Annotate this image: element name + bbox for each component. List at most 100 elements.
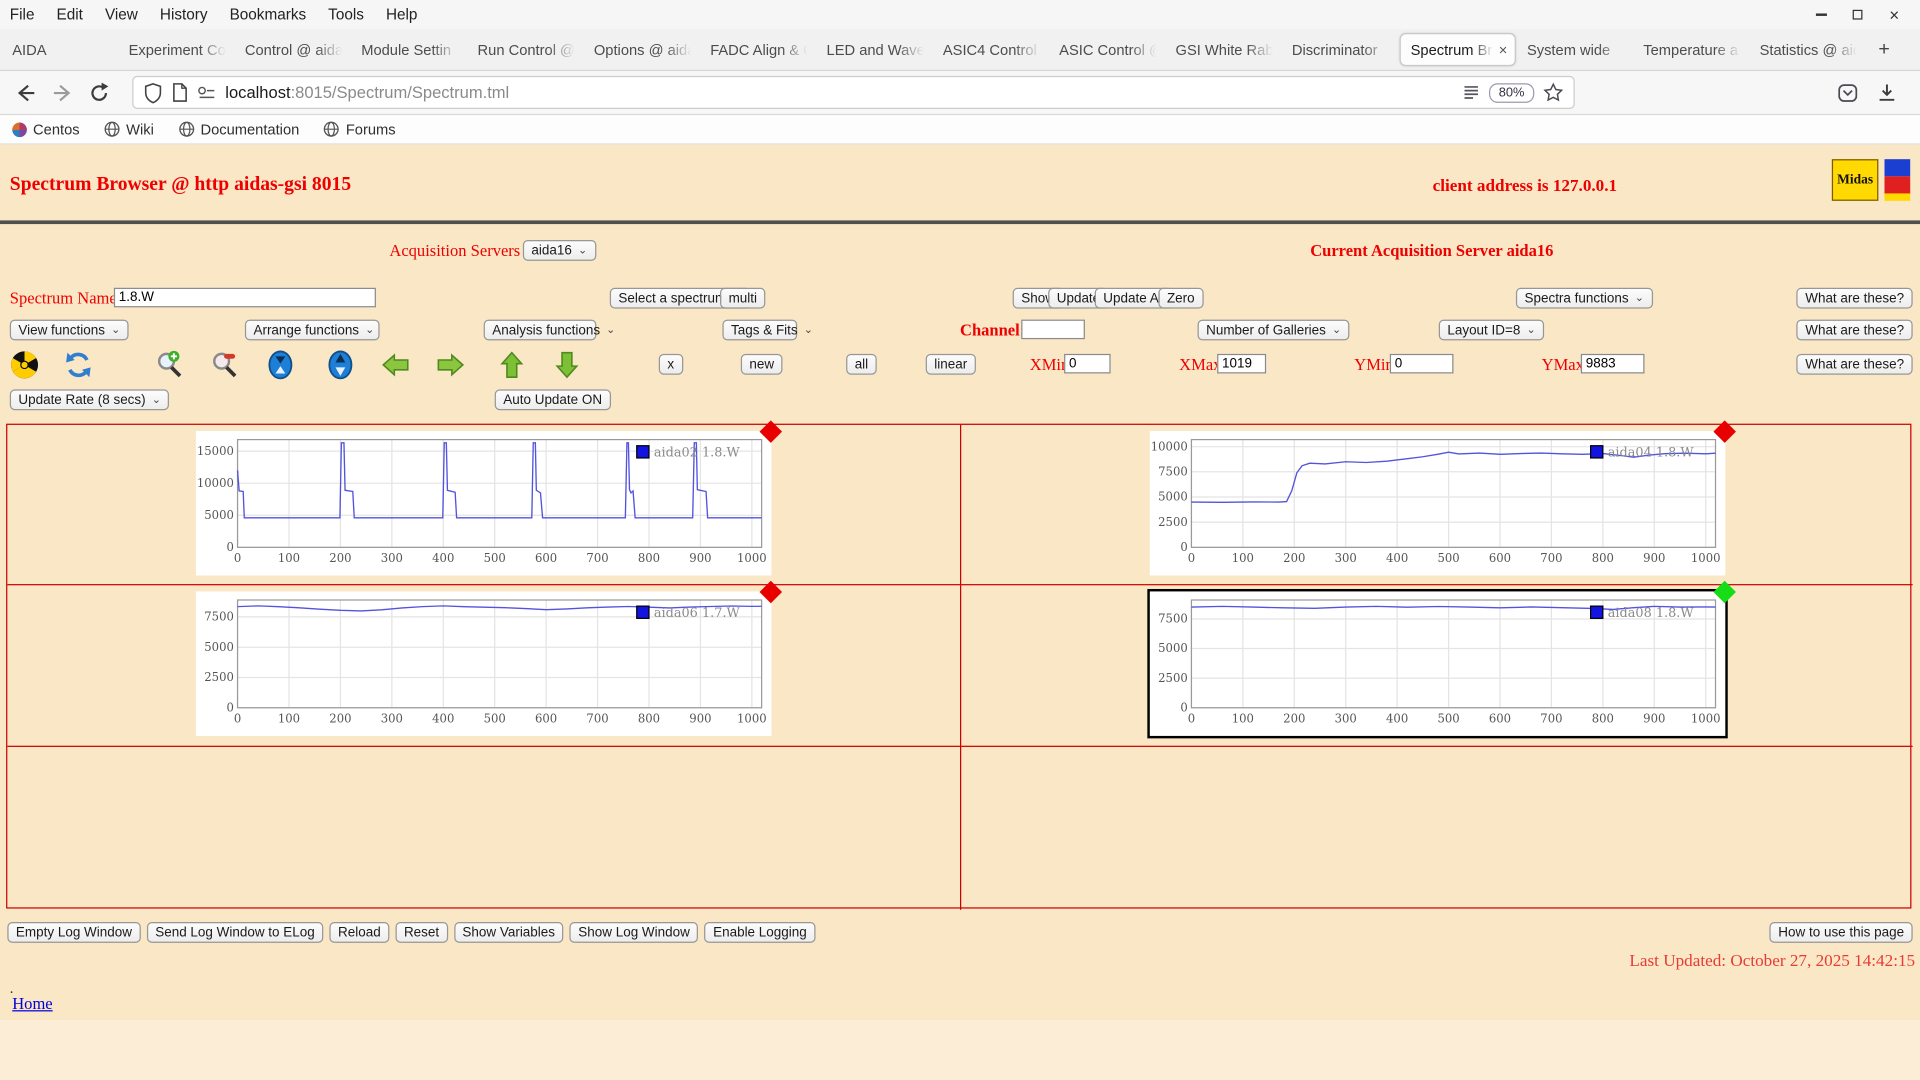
- what-are-these-button-2[interactable]: What are these?: [1796, 319, 1913, 341]
- what-are-these-button-3[interactable]: What are these?: [1796, 353, 1913, 375]
- bookmark-documentation[interactable]: Documentation: [178, 121, 299, 138]
- spectrum-chart-aida06[interactable]: 0 100 200 300 400 500 600 700 800 900 1000 0 2500 500…: [195, 580, 783, 736]
- pan-left-icon[interactable]: [381, 350, 410, 379]
- ymin-input[interactable]: [1389, 353, 1454, 374]
- new-tab-button[interactable]: +: [1866, 39, 1902, 61]
- channel-input[interactable]: [1021, 319, 1085, 340]
- tab-led-and-wave[interactable]: LED and Wave: [817, 29, 933, 69]
- spectra-functions-dropdown[interactable]: Spectra functions: [1515, 287, 1653, 309]
- tab-discriminator[interactable]: Discriminator: [1282, 29, 1398, 69]
- spectrum-name-input[interactable]: [113, 287, 376, 308]
- tab-aida[interactable]: AIDA: [2, 29, 118, 69]
- spectrum-chart-aida02[interactable]: 0 100 200 300 400 500 600 700 800 900 1000 0 5000 100…: [195, 420, 783, 576]
- bookmark-wiki[interactable]: Wiki: [104, 121, 154, 138]
- view-functions-dropdown[interactable]: View functions: [9, 319, 129, 341]
- menu-tools[interactable]: Tools: [328, 6, 364, 23]
- tab-module-settin[interactable]: Module Settin: [351, 29, 467, 69]
- gallery-cell-empty-2[interactable]: [961, 747, 1912, 910]
- reload-button[interactable]: Reload: [329, 922, 390, 943]
- refresh-icon[interactable]: [64, 350, 93, 379]
- radiation-icon[interactable]: [10, 350, 39, 379]
- svg-text:aida04 1.8.W: aida04 1.8.W: [1607, 446, 1694, 461]
- gallery-cell-aida02[interactable]: 0 100 200 300 400 500 600 700 800 900 1000 0 5000 100…: [7, 420, 962, 586]
- site-permissions-icon[interactable]: [197, 85, 217, 100]
- tab-run-control[interactable]: Run Control @: [468, 29, 584, 69]
- zoom-in-icon[interactable]: [154, 350, 183, 379]
- multi-button[interactable]: multi: [720, 287, 766, 309]
- tab-gsi-white-rab[interactable]: GSI White Rab: [1166, 29, 1282, 69]
- pan-right-icon[interactable]: [436, 350, 465, 379]
- minimize-icon[interactable]: [1812, 6, 1829, 23]
- page-info-icon[interactable]: [171, 82, 188, 103]
- pocket-icon[interactable]: [1837, 81, 1859, 103]
- back-icon[interactable]: [10, 77, 42, 109]
- tab-asic-control[interactable]: ASIC Control @: [1049, 29, 1165, 69]
- close-icon[interactable]: ×: [1886, 5, 1903, 25]
- downloads-icon[interactable]: [1876, 81, 1898, 103]
- zoom-out-icon[interactable]: [209, 350, 238, 379]
- zoom-level-badge[interactable]: 80%: [1488, 82, 1535, 103]
- bookmark-forums[interactable]: Forums: [324, 121, 396, 138]
- acquisition-server-select[interactable]: aida16: [522, 240, 596, 261]
- reload-icon[interactable]: [83, 77, 115, 109]
- pan-up-icon[interactable]: [497, 350, 526, 379]
- reader-mode-icon[interactable]: [1462, 83, 1480, 101]
- empty-log-window-button[interactable]: Empty Log Window: [7, 922, 141, 943]
- send-log-window-to-elog-button[interactable]: Send Log Window to ELog: [146, 922, 324, 943]
- gallery-cell-empty-1[interactable]: [7, 746, 962, 910]
- x-axis-button[interactable]: x: [658, 353, 683, 375]
- new-button[interactable]: new: [740, 353, 783, 375]
- tab-control-aida[interactable]: Control @ aida: [235, 29, 351, 69]
- how-to-use-button[interactable]: How to use this page: [1769, 922, 1913, 943]
- menu-history[interactable]: History: [160, 6, 208, 23]
- show-variables-button[interactable]: Show Variables: [453, 922, 564, 943]
- bookmark-star-icon[interactable]: [1543, 82, 1564, 103]
- reset-button[interactable]: Reset: [395, 922, 448, 943]
- menu-file[interactable]: File: [10, 6, 35, 23]
- auto-update-button[interactable]: Auto Update ON: [494, 389, 611, 411]
- xmin-input[interactable]: [1064, 353, 1111, 374]
- menu-help[interactable]: Help: [386, 6, 417, 23]
- tab-system-wide[interactable]: System wide: [1517, 29, 1633, 69]
- compress-y-icon[interactable]: [266, 350, 295, 380]
- tab-options-aida[interactable]: Options @ aida: [584, 29, 700, 69]
- toolbar-right: [1837, 81, 1910, 103]
- xmax-input[interactable]: [1217, 353, 1267, 374]
- tab-asic4-control[interactable]: ASIC4 Control: [933, 29, 1049, 69]
- tab-experiment-co[interactable]: Experiment Co: [119, 29, 235, 69]
- bookmark-centos[interactable]: Centos: [12, 121, 80, 138]
- linear-button[interactable]: linear: [925, 353, 976, 375]
- tab-fadc-align-c[interactable]: FADC Align & C: [700, 29, 816, 69]
- url-bar[interactable]: localhost:8015/Spectrum/Spectrum.tml 80%: [132, 75, 1575, 109]
- all-button[interactable]: all: [846, 353, 877, 375]
- zero-button[interactable]: Zero: [1158, 287, 1204, 309]
- tab-temperature-a[interactable]: Temperature a: [1633, 29, 1749, 69]
- pan-down-icon[interactable]: [552, 350, 581, 379]
- layout-id-dropdown[interactable]: Layout ID=8: [1438, 319, 1545, 341]
- gallery-cell-aida04[interactable]: 0 100 200 300 400 500 600 700 800 900 1000 0 2500 500…: [961, 420, 1913, 586]
- update-rate-dropdown[interactable]: Update Rate (8 secs): [9, 389, 170, 411]
- analysis-functions-dropdown[interactable]: Analysis functions: [483, 319, 600, 341]
- shield-icon[interactable]: [143, 81, 163, 103]
- number-of-galleries-dropdown[interactable]: Number of Galleries: [1197, 319, 1350, 341]
- spectrum-chart-aida04[interactable]: 0 100 200 300 400 500 600 700 800 900 1000 0 2500 500…: [1149, 420, 1736, 576]
- tab-spectrum-bro[interactable]: Spectrum Bro ×: [1399, 33, 1516, 67]
- menu-view[interactable]: View: [105, 6, 138, 23]
- menu-edit[interactable]: Edit: [57, 6, 83, 23]
- tags-fits-dropdown[interactable]: Tags & Fits: [722, 319, 798, 341]
- gallery-cell-aida06[interactable]: 0 100 200 300 400 500 600 700 800 900 1000 0 2500 500…: [7, 580, 962, 747]
- what-are-these-button-1[interactable]: What are these?: [1796, 287, 1913, 309]
- ymax-input[interactable]: [1580, 353, 1645, 374]
- arrange-functions-dropdown[interactable]: Arrange functions: [244, 319, 380, 341]
- home-link[interactable]: Home: [12, 994, 52, 1014]
- expand-y-icon[interactable]: [326, 350, 355, 380]
- spectrum-chart-aida08[interactable]: 0 100 200 300 400 500 600 700 800 900 1000 0 2500 500…: [1146, 580, 1736, 739]
- menu-bookmarks[interactable]: Bookmarks: [230, 6, 307, 23]
- tab-statistics-aid[interactable]: Statistics @ aid: [1750, 29, 1866, 69]
- tab-close-icon[interactable]: ×: [1499, 41, 1508, 58]
- maximize-icon[interactable]: [1849, 6, 1866, 23]
- forward-icon[interactable]: [47, 77, 79, 109]
- gallery-cell-aida08[interactable]: 0 100 200 300 400 500 600 700 800 900 1000 0 2500 500…: [961, 580, 1913, 747]
- enable-logging-button[interactable]: Enable Logging: [704, 922, 816, 943]
- show-log-window-button[interactable]: Show Log Window: [569, 922, 699, 943]
